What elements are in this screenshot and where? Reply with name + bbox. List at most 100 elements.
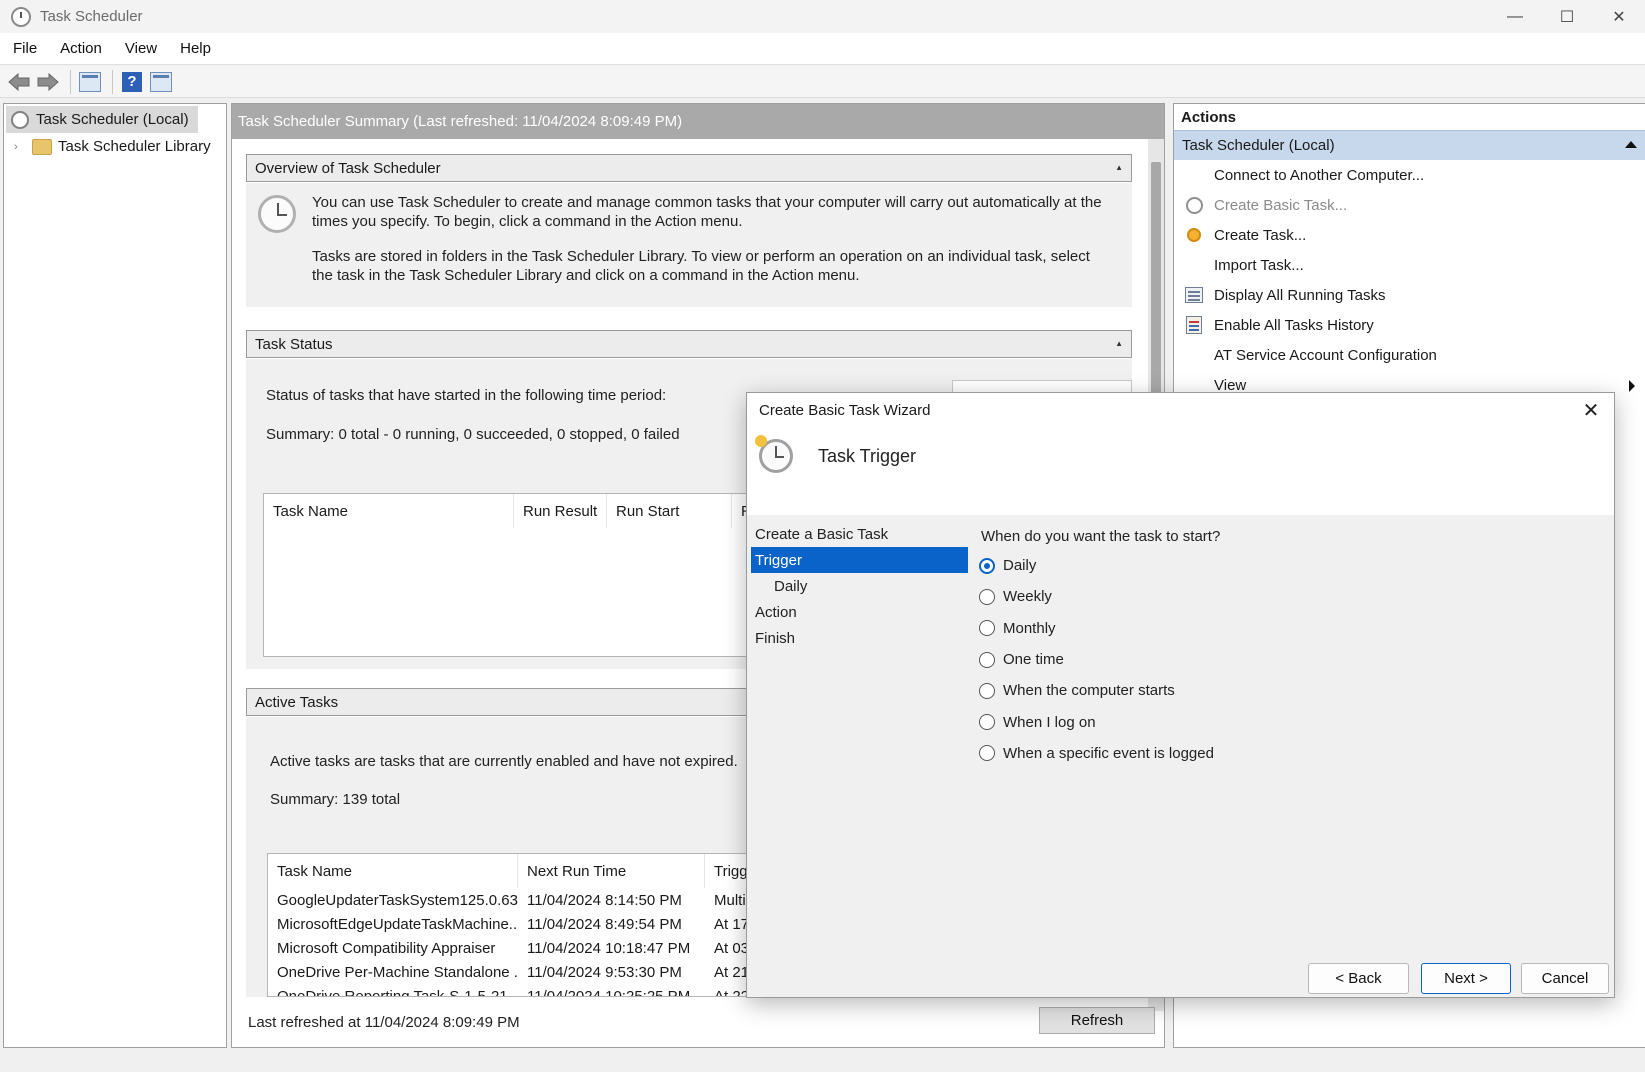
radio-button[interactable] — [979, 620, 995, 637]
column-header-task-name[interactable]: Task Name — [268, 854, 518, 888]
column-header-run-result[interactable]: Run Result — [514, 494, 607, 528]
action-connect-to-another-computer[interactable]: Connect to Another Computer... — [1174, 160, 1645, 190]
radio-button[interactable] — [979, 745, 995, 762]
overview-section-header[interactable]: Overview of Task Scheduler ▲ — [246, 154, 1132, 182]
dialog-header: Task Trigger — [747, 427, 1614, 515]
task-status-table: Task Name Run Result Run Start R — [263, 493, 783, 657]
toolbar-separator — [112, 69, 113, 94]
menu-file[interactable]: File — [0, 40, 47, 57]
dialog-title-bar: Create Basic Task Wizard ✕ — [747, 393, 1614, 427]
tree-item-label: Task Scheduler Library — [58, 138, 211, 155]
back-arrow-icon[interactable] — [6, 69, 32, 95]
action-label: Import Task... — [1214, 256, 1304, 274]
minimize-button[interactable]: — — [1489, 0, 1541, 33]
action-enable-all-tasks-history[interactable]: Enable All Tasks History — [1174, 310, 1645, 340]
dialog-close-button[interactable]: ✕ — [1578, 397, 1604, 423]
radio-option-when-a-specific-event-is-logged[interactable]: When a specific event is logged — [977, 738, 1214, 769]
action-pane-icon — [150, 71, 172, 92]
menu-help[interactable]: Help — [167, 40, 221, 57]
active-tasks-description: Active tasks are tasks that are currentl… — [270, 753, 738, 770]
column-header-run-start[interactable]: Run Start — [607, 494, 732, 528]
collapse-icon[interactable]: ▲ — [1115, 163, 1123, 172]
active-tasks-summary: Summary: 139 total — [270, 791, 401, 808]
radio-option-when-i-log-on[interactable]: When I log on — [977, 706, 1214, 737]
radio-option-weekly[interactable]: Weekly — [977, 581, 1214, 612]
menu-view[interactable]: View — [112, 40, 167, 57]
table-row[interactable]: MicrosoftEdgeUpdateTaskMachine... 11/04/2… — [268, 912, 782, 936]
radio-button[interactable] — [979, 682, 995, 699]
clock-icon — [258, 195, 296, 233]
action-display-all-running-tasks[interactable]: Display All Running Tasks — [1174, 280, 1645, 310]
window-controls: — ☐ ✕ — [1489, 0, 1645, 33]
action-create-basic-task[interactable]: Create Basic Task... — [1174, 190, 1645, 220]
wizard-step-finish[interactable]: Finish — [751, 625, 968, 651]
refresh-button[interactable]: Refresh — [1039, 1007, 1155, 1034]
cancel-button[interactable]: Cancel — [1521, 963, 1609, 994]
actions-title: Actions — [1181, 108, 1237, 126]
running-tasks-icon — [1185, 287, 1203, 303]
table-row[interactable]: OneDrive Per-Machine Standalone ... 11/04… — [268, 960, 782, 984]
clock-icon — [11, 110, 29, 129]
folder-icon — [32, 138, 52, 155]
radio-button[interactable] — [979, 714, 995, 731]
table-row[interactable]: GoogleUpdaterTaskSystem125.0.63... 11/04/… — [268, 888, 782, 912]
wizard-step-daily[interactable]: Daily — [751, 573, 968, 599]
action-import-task[interactable]: Import Task... — [1174, 250, 1645, 280]
window-title: Task Scheduler — [40, 8, 143, 25]
show-hide-action-pane-button[interactable] — [148, 69, 174, 95]
table-row[interactable]: OneDrive Reporting Task-S-1-5-21-... 11/0… — [268, 984, 782, 997]
radio-button[interactable] — [979, 557, 995, 574]
task-scheduler-icon — [11, 6, 31, 27]
radio-option-one-time[interactable]: One time — [977, 644, 1214, 675]
cell-task-name: OneDrive Per-Machine Standalone ... — [277, 963, 518, 981]
radio-option-when-the-computer-starts[interactable]: When the computer starts — [977, 675, 1214, 706]
column-header-task-name[interactable]: Task Name — [264, 494, 514, 528]
wizard-step-trigger[interactable]: Trigger — [751, 547, 968, 573]
close-button[interactable]: ✕ — [1593, 0, 1645, 33]
action-create-task[interactable]: Create Task... — [1174, 220, 1645, 250]
help-button[interactable]: ? — [119, 69, 145, 95]
menu-action[interactable]: Action — [47, 40, 112, 57]
overview-paragraph-2: Tasks are stored in folders in the Task … — [312, 248, 1090, 284]
radio-option-daily[interactable]: Daily — [977, 550, 1214, 581]
actions-group-task-scheduler-local[interactable]: Task Scheduler (Local) — [1174, 130, 1645, 160]
action-label: Create Task... — [1214, 226, 1307, 244]
expand-chevron-icon[interactable]: › — [14, 141, 28, 153]
radio-option-monthly[interactable]: Monthly — [977, 613, 1214, 644]
forward-arrow-icon[interactable] — [35, 69, 61, 95]
radio-button[interactable] — [979, 651, 995, 668]
radio-label: One time — [1003, 651, 1064, 669]
cell-next-run-time: 11/04/2024 8:14:50 PM — [527, 891, 682, 909]
radio-button[interactable] — [979, 588, 995, 605]
console-tree-icon — [79, 71, 101, 92]
task-status-section-header[interactable]: Task Status ▲ — [246, 330, 1132, 358]
scrollbar-thumb[interactable] — [1151, 162, 1161, 402]
tree-item-task-scheduler-library[interactable]: › Task Scheduler Library — [4, 133, 226, 160]
overview-section-body: You can use Task Scheduler to create and… — [246, 183, 1132, 307]
action-label: Display All Running Tasks — [1214, 286, 1386, 304]
wizard-step-create-a-basic-task[interactable]: Create a Basic Task — [751, 521, 968, 547]
action-at-service-account-configuration[interactable]: AT Service Account Configuration — [1174, 340, 1645, 370]
collapse-icon[interactable]: ▲ — [1115, 339, 1123, 348]
collapse-triangle-icon[interactable] — [1625, 141, 1637, 148]
tree-item-task-scheduler-local[interactable]: Task Scheduler (Local) — [6, 106, 198, 133]
new-task-icon — [1187, 228, 1201, 242]
show-hide-console-tree-button[interactable] — [77, 69, 103, 95]
maximize-button[interactable]: ☐ — [1541, 0, 1593, 33]
console-tree: Task Scheduler (Local) › Task Scheduler … — [3, 103, 227, 1048]
action-label: Enable All Tasks History — [1214, 316, 1374, 334]
action-label: Create Basic Task... — [1214, 196, 1348, 214]
wizard-step-action[interactable]: Action — [751, 599, 968, 625]
help-icon: ? — [122, 71, 142, 92]
history-icon — [1186, 316, 1202, 334]
cell-next-run-time: 11/04/2024 8:49:54 PM — [527, 915, 682, 933]
table-row[interactable]: Microsoft Compatibility Appraiser 11/04/2… — [268, 936, 782, 960]
cell-next-run-time: 11/04/2024 10:18:47 PM — [527, 939, 691, 957]
toolbar: ? — [0, 66, 1645, 98]
next-button[interactable]: Next > — [1421, 963, 1511, 994]
table-header: Task Name Run Result Run Start R — [264, 494, 782, 528]
back-button[interactable]: < Back — [1308, 963, 1409, 994]
column-header-next-run-time[interactable]: Next Run Time — [518, 854, 705, 888]
radio-label: Weekly — [1003, 588, 1052, 606]
toolbar-separator — [70, 69, 71, 94]
